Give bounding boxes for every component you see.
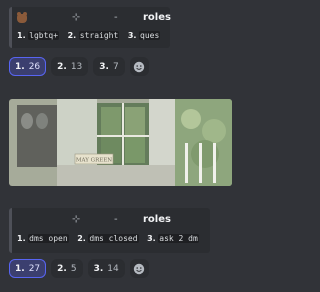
embed-title: roles [143, 214, 171, 225]
embed-header: ⊹ - roles [17, 12, 171, 26]
poll-option: 2. straight [67, 31, 120, 40]
poll-option: 3. ques [127, 31, 161, 40]
poll-embed-dms: ⊹ - roles 1. dms open 2. dms closed 3. a… [9, 208, 210, 253]
embed-header: ⊹ - roles [17, 214, 204, 228]
bear-face-icon [17, 12, 27, 23]
embed-title: roles [143, 12, 171, 23]
reaction-option-3[interactable]: 3. 7 [93, 57, 125, 76]
poll-option: 1. dms open [17, 234, 69, 243]
reaction-option-1[interactable]: 1. 26 [9, 57, 47, 76]
poll-option: 2. dms closed [77, 234, 139, 243]
reaction-option-2[interactable]: 2. 13 [51, 57, 89, 76]
add-reaction-button[interactable] [129, 57, 149, 76]
add-reaction-icon [134, 61, 145, 72]
reaction-option-2[interactable]: 2. 5 [51, 259, 83, 278]
reaction-bar: 1. 26 2. 13 3. 7 [9, 57, 149, 76]
reaction-count: 26 [28, 61, 41, 72]
poll-embed-roles: ⊹ - roles 1. lgbtq+ 2. straight 3. ques [9, 7, 171, 48]
reaction-count: 5 [70, 263, 77, 274]
sparkle-separator: ⊹ [72, 214, 81, 225]
image-attachment[interactable]: MAY GREEN [9, 99, 232, 186]
reaction-option-3[interactable]: 3. 14 [87, 259, 125, 278]
reaction-count: 7 [112, 61, 119, 72]
poll-option: 1. lgbtq+ [17, 31, 60, 40]
poll-options: 1. lgbtq+ 2. straight 3. ques [17, 31, 166, 40]
dash-separator: - [114, 214, 118, 225]
sparkle-separator: ⊹ [72, 12, 81, 23]
garden-window-photo: MAY GREEN [9, 99, 232, 186]
reaction-bar: 1. 27 2. 5 3. 14 [9, 259, 149, 278]
poll-option: 3. ask 2 dm [147, 234, 199, 243]
reaction-count: 27 [28, 263, 41, 274]
add-reaction-icon [134, 263, 145, 274]
dash-separator: - [114, 12, 118, 23]
reaction-option-1[interactable]: 1. 27 [9, 259, 47, 278]
add-reaction-button[interactable] [129, 259, 149, 278]
poll-options: 1. dms open 2. dms closed 3. ask 2 dm [17, 234, 205, 243]
reaction-count: 13 [70, 61, 83, 72]
reaction-count: 14 [107, 263, 119, 274]
